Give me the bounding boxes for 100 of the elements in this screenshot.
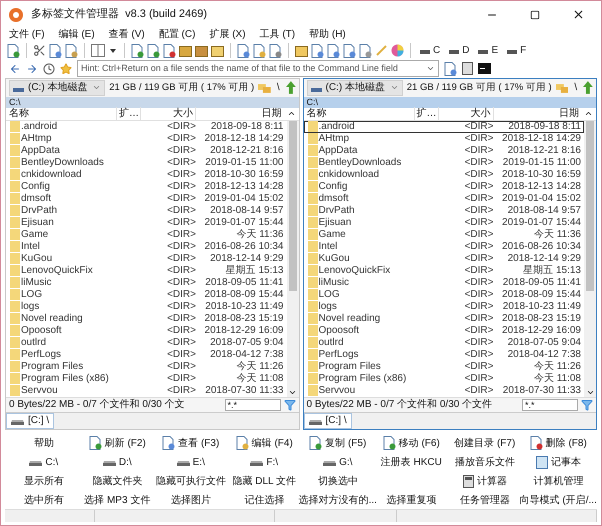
file-row[interactable]: LenovoQuickFix <DIR> 星期五 15:13 xyxy=(6,264,286,277)
menu-item[interactable]: 文件 (F) xyxy=(9,27,45,42)
root-button[interactable]: \ xyxy=(572,80,580,96)
function-button[interactable]: 选择对方没有的... xyxy=(301,492,374,509)
file-row[interactable]: Game <DIR> 今天 11:36 xyxy=(6,228,286,241)
file-row[interactable]: dmsoft <DIR> 2019-01-04 15:02 xyxy=(6,192,286,205)
search-document-icon[interactable] xyxy=(237,44,250,58)
scissors-icon[interactable] xyxy=(33,44,46,58)
history-icon[interactable] xyxy=(43,62,55,75)
file-row[interactable]: Ejisuan <DIR> 2019-01-07 15:44 xyxy=(304,216,584,229)
up-arrow-icon[interactable] xyxy=(286,81,296,94)
file-row[interactable]: .android <DIR> 2018-09-18 8:11 xyxy=(304,120,584,133)
document-icon[interactable] xyxy=(311,44,324,58)
function-button[interactable]: G:\ xyxy=(301,454,374,471)
document-icon[interactable] xyxy=(343,44,356,58)
column-header[interactable]: 扩… xyxy=(414,107,438,120)
file-row[interactable]: BentleyDownloads <DIR> 2019-01-15 11:00 xyxy=(6,156,286,169)
file-row[interactable]: Opoosoft <DIR> 2018-12-29 16:09 xyxy=(304,324,584,337)
folder-icon[interactable] xyxy=(211,44,224,58)
column-header[interactable]: 名称 xyxy=(304,107,414,120)
function-button[interactable]: D:\ xyxy=(80,454,154,471)
file-row[interactable]: Intel <DIR> 2016-08-26 10:34 xyxy=(304,240,584,253)
file-row[interactable]: Config <DIR> 2018-12-13 14:28 xyxy=(6,180,286,193)
function-button[interactable]: 注册表 HKCU xyxy=(374,454,448,471)
file-row[interactable]: PerfLogs <DIR> 2018-04-12 7:38 xyxy=(6,348,286,361)
file-row[interactable]: outlrd <DIR> 2018-07-05 9:04 xyxy=(304,336,584,349)
path-bar[interactable]: C:\ xyxy=(304,96,596,108)
file-row[interactable]: outlrd <DIR> 2018-07-05 9:04 xyxy=(6,336,286,349)
file-row[interactable]: Opoosoft <DIR> 2018-12-29 16:09 xyxy=(6,324,286,337)
back-icon[interactable] xyxy=(9,62,21,75)
function-button[interactable]: 隐藏可执行文件 xyxy=(154,472,228,490)
file-row[interactable]: LOG <DIR> 2018-08-09 15:44 xyxy=(6,288,286,301)
file-row[interactable]: .android <DIR> 2018-09-18 8:11 xyxy=(6,120,286,133)
favorites-icon[interactable] xyxy=(60,62,72,75)
filter-field[interactable]: *.* xyxy=(224,398,280,411)
drive-button[interactable]: C xyxy=(417,43,444,58)
archive-icon[interactable] xyxy=(179,44,192,58)
drive-dropdown[interactable]: (C:) 本地磁盘 xyxy=(306,80,403,96)
function-button[interactable]: 移动 (F6) xyxy=(374,434,448,452)
file-row[interactable]: DrvPath <DIR> 2018-08-14 9:57 xyxy=(6,204,286,217)
file-row[interactable]: logs <DIR> 2018-10-23 11:49 xyxy=(304,300,584,313)
root-button[interactable]: \ xyxy=(274,80,282,96)
drive-dropdown[interactable]: (C:) 本地磁盘 xyxy=(9,80,106,96)
menu-item[interactable]: 编辑 (E) xyxy=(58,27,95,42)
scrollbar[interactable] xyxy=(286,120,298,397)
file-row[interactable]: AppData <DIR> 2018-12-21 8:16 xyxy=(6,144,286,157)
edit-document-icon[interactable] xyxy=(253,44,266,58)
menu-item[interactable]: 帮助 (H) xyxy=(309,27,346,42)
file-row[interactable]: Servvou <DIR> 2018-07-30 11:33 xyxy=(304,384,584,397)
drive-button[interactable]: F xyxy=(504,43,530,58)
file-row[interactable]: Ejisuan <DIR> 2019-01-07 15:44 xyxy=(6,216,286,229)
function-button[interactable]: 选中所有 xyxy=(7,492,80,509)
function-button[interactable]: 隐藏 DLL 文件 xyxy=(228,472,301,490)
file-row[interactable]: Intel <DIR> 2016-08-26 10:34 xyxy=(6,240,286,253)
command-line-field[interactable]: Hint: Ctrl+Return on a file sends the name of that file to the Command Line field xyxy=(77,60,439,78)
document-icon[interactable] xyxy=(147,44,160,58)
function-button[interactable]: 刷新 (F2) xyxy=(80,434,154,452)
function-button[interactable]: 复制 (F5) xyxy=(301,434,374,452)
function-button[interactable]: 隐藏文件夹 xyxy=(80,472,154,490)
document-icon[interactable] xyxy=(269,44,282,58)
file-row[interactable]: LenovoQuickFix <DIR> 星期五 15:13 xyxy=(304,264,584,277)
column-header[interactable]: 日期 xyxy=(196,107,284,120)
menu-item[interactable]: 查看 (V) xyxy=(108,27,145,42)
document-icon[interactable] xyxy=(444,62,457,76)
file-row[interactable]: AppData <DIR> 2018-12-21 8:16 xyxy=(304,144,584,157)
file-row[interactable]: cnkidownload <DIR> 2018-10-30 16:59 xyxy=(6,168,286,181)
function-button[interactable]: 选择图片 xyxy=(154,492,228,509)
function-button[interactable]: 计算器 xyxy=(448,472,522,490)
scrollbar[interactable] xyxy=(584,120,596,397)
close-icon[interactable] xyxy=(572,8,585,22)
refresh-icon[interactable] xyxy=(7,44,20,58)
file-row[interactable]: KuGou <DIR> 2018-12-14 9:29 xyxy=(304,252,584,265)
function-button[interactable]: 编辑 (F4) xyxy=(228,434,301,452)
column-header[interactable]: 日期 xyxy=(494,107,581,120)
function-button[interactable]: 记事本 xyxy=(522,454,595,471)
file-row[interactable]: KuGou <DIR> 2018-12-14 9:29 xyxy=(6,252,286,265)
function-button[interactable]: 向导模式 (开启/... xyxy=(522,492,595,509)
delete-file-icon[interactable] xyxy=(163,44,176,58)
copy-icon[interactable] xyxy=(49,44,62,58)
document-icon[interactable] xyxy=(327,44,340,58)
menu-item[interactable]: 工具 (T) xyxy=(260,27,296,42)
function-button[interactable]: 任务管理器 xyxy=(448,492,522,509)
color-wheel-icon[interactable] xyxy=(391,44,404,58)
file-row[interactable]: Novel reading <DIR> 2018-08-23 15:19 xyxy=(304,312,584,325)
maximize-icon[interactable] xyxy=(530,10,540,20)
function-button[interactable]: 切换选中 xyxy=(301,472,374,490)
function-button[interactable]: 选择重复项 xyxy=(374,492,448,509)
panel-tab[interactable]: [C:] \ xyxy=(304,412,352,429)
function-button[interactable]: C:\ xyxy=(7,454,80,471)
file-row[interactable]: PerfLogs <DIR> 2018-04-12 7:38 xyxy=(304,348,584,361)
package-icon[interactable] xyxy=(195,44,208,58)
paste-icon[interactable] xyxy=(65,44,78,58)
file-row[interactable]: BentleyDownloads <DIR> 2019-01-15 11:00 xyxy=(304,156,584,169)
function-button[interactable]: 显示所有 xyxy=(7,472,80,490)
drive-button[interactable]: D xyxy=(446,43,472,58)
folder-icon[interactable] xyxy=(295,44,308,58)
panel-tab[interactable]: [C:] \ xyxy=(6,412,54,429)
file-row[interactable]: AHtmp <DIR> 2018-12-18 14:29 xyxy=(304,132,584,145)
path-bar[interactable]: C:\ xyxy=(6,96,298,108)
filter-field[interactable]: *.* xyxy=(522,398,578,411)
